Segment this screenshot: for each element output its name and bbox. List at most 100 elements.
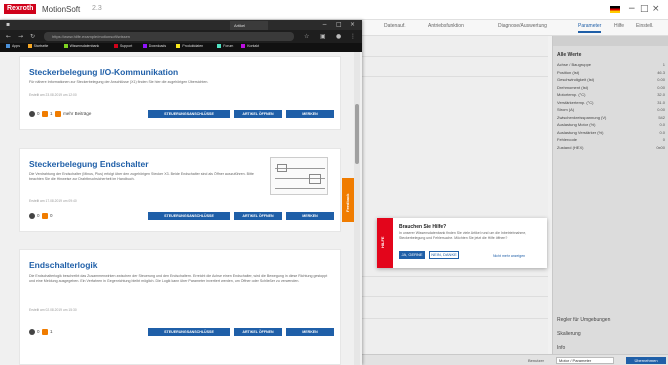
property-label: Geschwindigkeit (Ist) — [557, 77, 595, 82]
more-icon[interactable]: ⋮ — [350, 33, 356, 40]
browser-close-icon[interactable]: × — [350, 21, 355, 28]
property-value: 0.00 — [657, 107, 665, 112]
tab-einstellungen[interactable]: Einstell. — [636, 23, 654, 29]
maximize-icon[interactable]: □ — [640, 4, 649, 14]
open-article-button[interactable]: ARTIKEL ÖFFNEN — [234, 212, 282, 220]
popup-dismiss-link[interactable]: Nicht mehr anzeigen — [493, 254, 525, 258]
property-row[interactable]: Auslastung Verstärker (%) 0.0 — [557, 130, 665, 136]
bookmark-icon — [142, 44, 147, 49]
bookmark-item[interactable]: Downloads — [142, 44, 166, 49]
bookmark-button[interactable]: MERKEN — [286, 328, 334, 336]
tab-antriebsfunktion[interactable]: Antriebsfunktion — [428, 23, 464, 29]
back-icon[interactable]: ← — [6, 33, 11, 40]
tab-datenauf[interactable]: Datenauf. — [384, 23, 406, 29]
divider — [360, 276, 548, 277]
property-row[interactable]: Motortemp. (°C) 32.0 — [557, 92, 665, 98]
bookmark-label: Apps — [12, 44, 20, 48]
property-row[interactable]: Auslastung Motor (%) 0.0 — [557, 122, 665, 128]
steuerung-button[interactable]: STEUERUNGSANSCHLÜSSE — [148, 328, 230, 336]
bookmark-item[interactable]: Kontakt — [241, 44, 260, 49]
extensions-icon[interactable]: ▣ — [320, 33, 326, 40]
article-date: Erstellt am 23.08.2019 um 12:00 — [29, 93, 77, 97]
scrollbar-thumb[interactable] — [355, 104, 359, 164]
property-label: Motortemp. (°C) — [557, 92, 586, 97]
property-row[interactable]: Achse / Baugruppe 1 — [557, 62, 665, 68]
apply-button[interactable]: Übernehmen — [626, 357, 666, 364]
property-value: 32.0 — [657, 92, 665, 97]
property-value: 0.00 — [657, 84, 665, 90]
property-row[interactable]: Geschwindigkeit (Ist) 0.00 — [557, 77, 665, 83]
like-icon[interactable] — [42, 329, 49, 335]
steuerung-button[interactable]: STEUERUNGSANSCHLÜSSE — [148, 110, 230, 118]
property-row[interactable]: Zwischenkreisspannung (V) 542 — [557, 115, 665, 121]
properties-section-title[interactable]: Alle Werte — [557, 52, 581, 58]
brand-logo: Rexroth — [4, 4, 37, 14]
article-title[interactable]: Endschalterlogik — [29, 260, 98, 270]
property-value: 0.0 — [659, 122, 665, 127]
language-flag-icon[interactable] — [610, 6, 620, 13]
article-title[interactable]: Steckerbelegung I/O-Kommunikation — [29, 67, 178, 77]
like-count: 1 — [50, 111, 53, 117]
minimize-icon[interactable]: − — [628, 4, 636, 14]
like-icon[interactable] — [42, 111, 49, 117]
bookmark-item[interactable]: Produktdaten — [176, 44, 203, 49]
app-tabbar: Datenauf. Antriebsfunktion Diagnose/Ausw… — [360, 20, 668, 36]
browser-tab[interactable]: Artikel — [230, 21, 268, 30]
close-icon[interactable]: × — [652, 4, 660, 14]
panel-section-skalierung[interactable]: Skalierung — [557, 331, 581, 337]
steuerung-button[interactable]: STEUERUNGSANSCHLÜSSE — [148, 212, 230, 220]
like-icon[interactable] — [42, 213, 49, 219]
divider — [360, 318, 548, 319]
bookmark-label: Kontakt — [247, 44, 260, 48]
property-row[interactable]: Zustand (HEX) 0x00 — [557, 145, 665, 151]
bookmark-icon — [114, 44, 118, 49]
status-bar: Benutzer Motor / Parameter Übernehmen — [360, 354, 668, 365]
bookmark-item[interactable]: Support — [114, 44, 132, 49]
app-version: 2.3 — [92, 5, 102, 12]
more-posts-link[interactable]: mehr Beiträge — [63, 111, 91, 116]
bookmark-button[interactable]: MERKEN — [286, 110, 334, 118]
bookmark-icon — [27, 44, 32, 49]
popup-yes-button[interactable]: JA, GERNE — [399, 251, 425, 259]
property-value: 0x00 — [656, 144, 665, 150]
bookmark-item[interactable]: Startseite — [27, 44, 49, 49]
wiring-diagram-image — [270, 157, 328, 195]
property-row[interactable]: Position (Ist) 46.3 — [557, 70, 665, 76]
bookmark-button[interactable]: MERKEN — [286, 212, 334, 220]
tab-diagnose[interactable]: Diagnose/Auswertung — [498, 23, 547, 29]
panel-section-umgebungen[interactable]: Regler für Umgebungen — [557, 317, 610, 323]
property-row[interactable]: Fehlercode 0 — [557, 137, 665, 143]
profile-icon[interactable]: ● — [336, 33, 341, 40]
comment-icon — [29, 213, 35, 219]
bookmark-item[interactable]: Apps — [6, 44, 20, 49]
open-article-button[interactable]: ARTIKEL ÖFFNEN — [234, 328, 282, 336]
star-icon[interactable]: ☆ — [304, 33, 309, 40]
open-article-button[interactable]: ARTIKEL ÖFFNEN — [234, 110, 282, 118]
bookmark-item[interactable]: Wissensdatenbank — [63, 44, 99, 49]
address-input[interactable]: https://www.hilfe.example/motionsoft/wis… — [44, 32, 294, 41]
browser-window: ▪ Artikel − □ × ← → ↻ https://www.hilfe.… — [0, 20, 362, 365]
tab-parameter[interactable]: Parameter — [578, 23, 602, 33]
divider — [360, 76, 548, 77]
popup-no-button[interactable]: NEIN, DANKE — [429, 251, 459, 259]
app-window: Rexroth MotionSoft 2.3 − □ × Datenauf. A… — [0, 0, 668, 365]
bookmark-item[interactable]: Forum — [217, 44, 233, 49]
property-row[interactable]: Drehmoment (Ist) 0.00 — [557, 85, 665, 91]
browser-maximize-icon[interactable]: □ — [336, 21, 342, 28]
reload-icon[interactable]: ↻ — [30, 33, 35, 40]
diagram-box — [277, 164, 287, 172]
property-row[interactable]: Verstärkertemp. (°C) 31.0 — [557, 100, 665, 106]
status-select[interactable]: Motor / Parameter — [556, 357, 614, 364]
article-title[interactable]: Steckerbelegung Endschalter — [29, 159, 149, 169]
property-row[interactable]: Strom (A) 0.00 — [557, 107, 665, 113]
article-date: Erstellt am 02.08.2019 um 15:30 — [29, 308, 77, 312]
property-value: 0 — [662, 137, 665, 142]
tab-hilfe[interactable]: Hilfe — [614, 23, 624, 29]
forward-icon[interactable]: → — [18, 33, 23, 40]
panel-section-info[interactable]: Info — [557, 345, 565, 351]
page-scrollbar[interactable] — [354, 52, 360, 365]
browser-minimize-icon[interactable]: − — [322, 21, 327, 28]
browser-menu-icon[interactable]: ▪ — [6, 21, 10, 28]
bookmark-label: Startseite — [33, 44, 49, 48]
bookmark-icon — [176, 44, 181, 49]
